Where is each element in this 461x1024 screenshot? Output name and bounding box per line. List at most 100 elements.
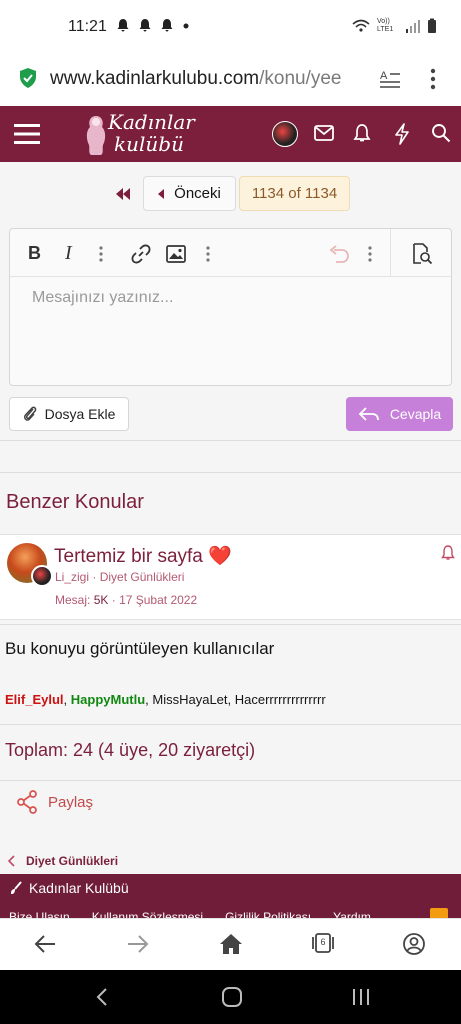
footer-site-name: Kadınlar Kulübü bbox=[29, 880, 129, 896]
toolbar-divider bbox=[390, 229, 391, 276]
bell-notification-icon bbox=[117, 19, 129, 32]
forward-arrow-icon[interactable] bbox=[127, 934, 149, 954]
undo-icon[interactable] bbox=[328, 244, 350, 264]
android-nav-bar bbox=[0, 970, 461, 1024]
caret-left-icon bbox=[158, 188, 165, 199]
thread-forum[interactable]: Diyet Günlükleri bbox=[100, 570, 185, 584]
link-icon[interactable] bbox=[131, 244, 151, 264]
attach-file-label: Dosya Ekle bbox=[44, 406, 116, 422]
paperclip-icon bbox=[23, 406, 36, 421]
hamburger-menu-icon[interactable] bbox=[14, 123, 40, 145]
notification-icons bbox=[116, 18, 190, 35]
message-input[interactable]: Mesajınızı yazınız... bbox=[32, 289, 173, 307]
system-back-icon[interactable] bbox=[96, 987, 108, 1007]
lightning-icon[interactable] bbox=[394, 123, 410, 145]
page-indicator-label: 1134 of 1134 bbox=[251, 185, 338, 202]
user-avatar[interactable] bbox=[272, 121, 298, 147]
divider bbox=[0, 440, 461, 441]
status-time: 11:21 bbox=[68, 18, 107, 35]
last-poster-avatar[interactable] bbox=[31, 565, 53, 587]
more-vert-icon[interactable] bbox=[367, 245, 373, 263]
logo-line2: kulübü bbox=[114, 132, 184, 156]
bold-icon[interactable]: B bbox=[28, 243, 41, 264]
viewers-title: Bu konuyu görüntüleyen kullanıcılar bbox=[5, 639, 275, 658]
signal-icon bbox=[406, 20, 420, 33]
thread-title-text: Tertemiz bir sayfa bbox=[54, 546, 203, 567]
similar-threads-title: Benzer Konular bbox=[6, 491, 144, 513]
thread-author[interactable]: Li_zigi bbox=[55, 570, 89, 584]
image-icon[interactable] bbox=[166, 245, 186, 263]
share-button[interactable]: Paylaş bbox=[16, 790, 93, 814]
preview-icon[interactable] bbox=[411, 243, 433, 265]
mail-icon[interactable] bbox=[314, 125, 334, 141]
reply-label: Cevapla bbox=[389, 406, 442, 422]
logo-figure-icon[interactable] bbox=[82, 113, 110, 157]
brush-icon bbox=[11, 881, 22, 894]
system-home-icon[interactable] bbox=[221, 986, 243, 1008]
double-chevron-left-icon bbox=[116, 187, 130, 200]
first-page-button[interactable] bbox=[108, 176, 138, 211]
system-recents-icon[interactable] bbox=[351, 987, 371, 1007]
search-icon[interactable] bbox=[431, 123, 451, 143]
page-indicator[interactable]: 1134 of 1134 bbox=[239, 176, 350, 211]
divider bbox=[0, 624, 461, 625]
home-icon[interactable] bbox=[219, 933, 243, 955]
network-label: Vo)) LTE1 bbox=[377, 18, 394, 33]
system-icons: Vo)) LTE1 bbox=[351, 18, 437, 34]
bell-notification-icon bbox=[161, 19, 173, 32]
site-header: Kadınlar kulübü bbox=[0, 106, 461, 162]
bell-icon[interactable] bbox=[353, 123, 371, 143]
svg-text:A: A bbox=[380, 70, 388, 82]
reply-button[interactable]: Cevapla bbox=[346, 397, 453, 431]
site-logo[interactable]: Kadınlar kulübü bbox=[108, 111, 195, 155]
chevron-left-icon bbox=[8, 855, 15, 867]
heart-emoji: ❤️ bbox=[208, 546, 232, 567]
more-vert-icon[interactable] bbox=[98, 245, 104, 263]
viewer-user1[interactable]: Elif_Eylul bbox=[5, 692, 64, 707]
reader-mode-icon[interactable]: A bbox=[378, 68, 402, 90]
url-field[interactable]: www.kadinlarkulubu.com/konu/yee bbox=[50, 68, 368, 90]
tabs-button[interactable]: 6 bbox=[311, 931, 335, 955]
breadcrumb-label: Diyet Günlükleri bbox=[26, 854, 119, 868]
url-host: www.kadinlarkulubu.com bbox=[50, 68, 260, 89]
browser-nav-bar: 6 bbox=[0, 918, 461, 970]
reply-arrow-icon bbox=[358, 407, 379, 421]
dot-icon bbox=[183, 23, 189, 29]
replies-label: Mesaj: bbox=[55, 593, 91, 607]
thread-stats: Mesaj: 5K · 17 Şubat 2022 bbox=[55, 593, 198, 607]
attach-file-button[interactable]: Dosya Ekle bbox=[9, 397, 129, 431]
back-arrow-icon[interactable] bbox=[34, 934, 56, 954]
divider bbox=[0, 780, 461, 781]
more-vert-icon[interactable] bbox=[205, 245, 211, 263]
wifi-icon bbox=[352, 19, 370, 32]
similar-thread-item[interactable]: Tertemiz bir sayfa ❤️ Li_zigi · Diyet Gü… bbox=[0, 534, 461, 620]
rss-icon[interactable] bbox=[430, 908, 448, 918]
divider bbox=[0, 724, 461, 725]
more-vert-icon[interactable] bbox=[428, 68, 438, 90]
thread-meta: Li_zigi · Diyet Günlükleri bbox=[55, 570, 185, 584]
site-footer: Kadınlar Kulübü Bize Ulaşın Kullanım Söz… bbox=[0, 874, 461, 924]
replies-value: 5K bbox=[93, 593, 109, 607]
tab-count: 6 bbox=[320, 937, 326, 947]
status-bar: 11:21 Vo)) LTE1 bbox=[0, 0, 461, 56]
viewers-total: Toplam: 24 (4 üye, 20 ziyaretçi) bbox=[5, 740, 256, 760]
footer-brand[interactable]: Kadınlar Kulübü bbox=[9, 880, 129, 896]
thread-title[interactable]: Tertemiz bir sayfa ❤️ bbox=[54, 544, 232, 568]
logo-line1: Kadınlar bbox=[108, 110, 195, 134]
browser-url-bar: www.kadinlarkulubu.com/konu/yee A bbox=[0, 56, 461, 106]
viewer-user2[interactable]: HappyMutlu bbox=[71, 692, 145, 707]
viewer-others[interactable]: , MissHayaLet, Hacerrrrrrrrrrrrrr bbox=[145, 692, 326, 707]
prev-label: Önceki bbox=[174, 185, 221, 202]
italic-icon[interactable]: I bbox=[65, 242, 72, 265]
message-editor: B I Mesajınızı yazınız... bbox=[9, 228, 452, 386]
watch-bell-icon[interactable] bbox=[441, 545, 455, 561]
share-label: Paylaş bbox=[48, 793, 94, 811]
divider bbox=[0, 472, 461, 473]
breadcrumb[interactable]: Diyet Günlükleri bbox=[8, 854, 118, 868]
prev-page-button[interactable]: Önceki bbox=[143, 176, 236, 211]
profile-icon[interactable] bbox=[402, 932, 426, 956]
editor-toolbar: B I bbox=[10, 229, 451, 277]
bell-notification-icon bbox=[139, 19, 151, 32]
secure-shield-icon[interactable] bbox=[18, 66, 38, 90]
thread-date: 17 Şubat 2022 bbox=[119, 593, 198, 607]
